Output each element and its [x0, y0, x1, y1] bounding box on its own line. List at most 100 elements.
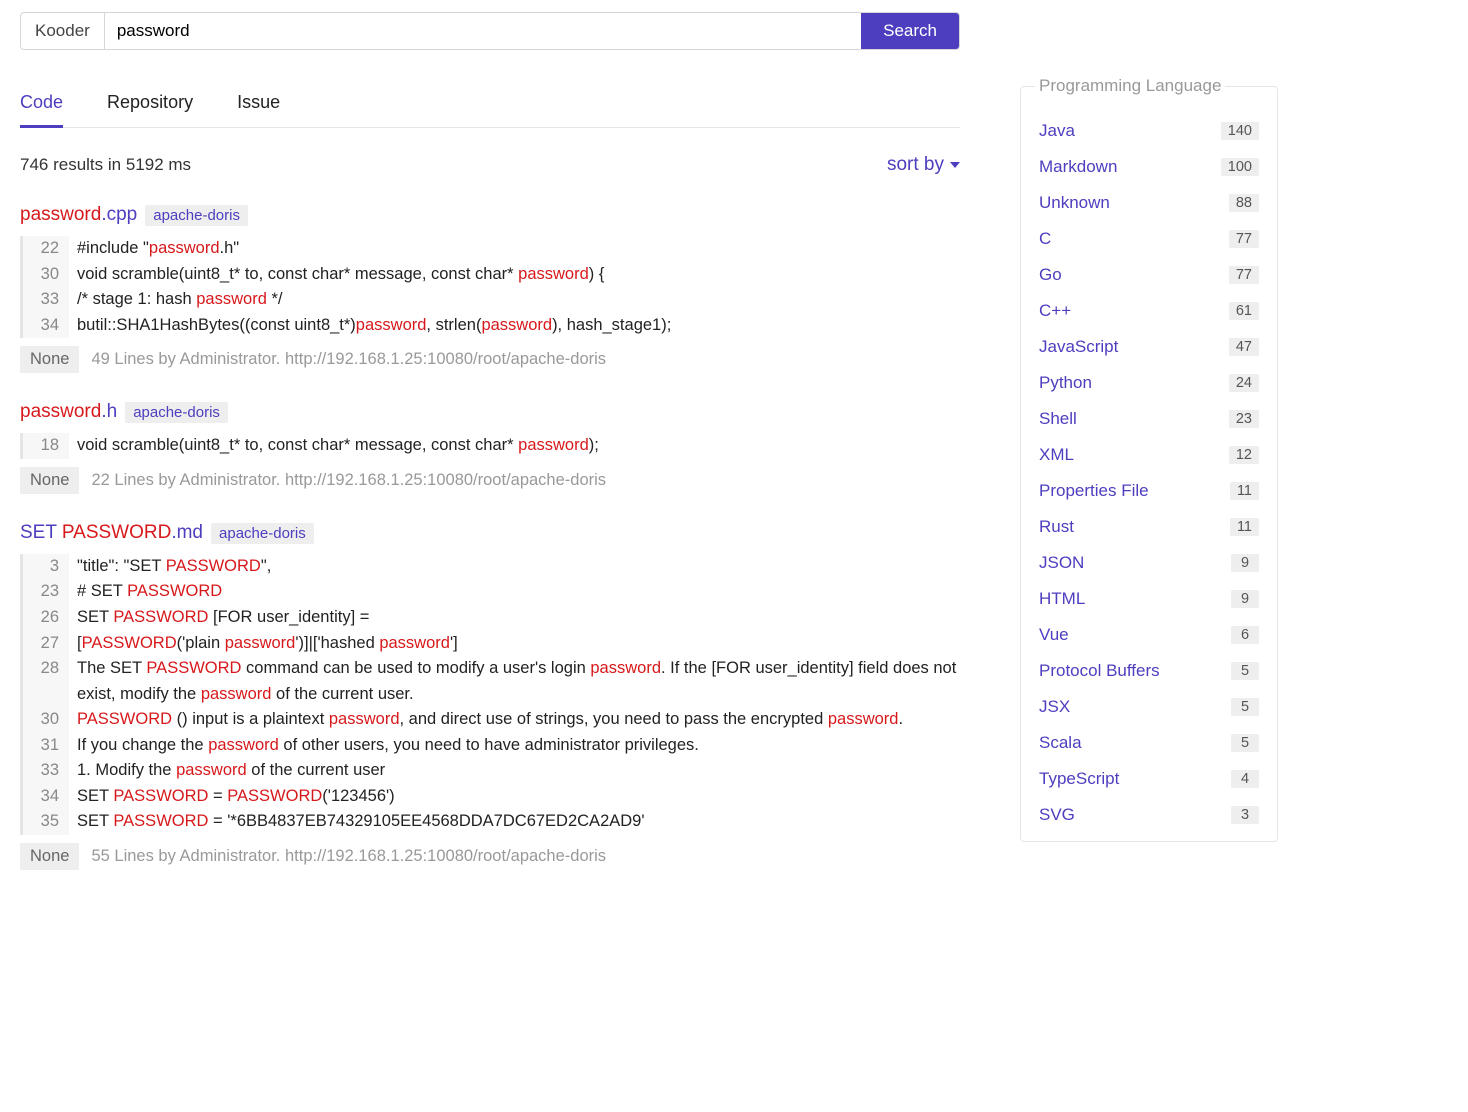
language-filter-item[interactable]: Scala5 — [1039, 725, 1259, 761]
language-filter-item[interactable]: JSON9 — [1039, 545, 1259, 581]
language-name: XML — [1039, 445, 1074, 465]
language-filter-item[interactable]: C++ 61 — [1039, 293, 1259, 329]
result-title[interactable]: password.cppapache-doris — [20, 204, 960, 226]
repo-badge[interactable]: apache-doris — [145, 205, 248, 226]
code-line: 28The SET PASSWORD command can be used t… — [23, 656, 960, 707]
language-count: 140 — [1221, 122, 1259, 140]
code-text: SET PASSWORD [FOR user_identity] = — [69, 605, 369, 631]
tab-code[interactable]: Code — [20, 86, 63, 128]
code-line: 331. Modify the password of the current … — [23, 758, 960, 784]
language-filter-item[interactable]: TypeScript4 — [1039, 761, 1259, 797]
code-line: 34butil::SHA1HashBytes((const uint8_t*)p… — [23, 313, 960, 339]
language-count: 24 — [1229, 374, 1259, 392]
language-filter-item[interactable]: Markdown 100 — [1039, 149, 1259, 185]
result-meta: None 49 Lines by Administrator. http://19… — [20, 346, 960, 373]
language-filter-item[interactable]: JavaScript 47 — [1039, 329, 1259, 365]
language-filter-item[interactable]: Unknown88 — [1039, 185, 1259, 221]
result-meta-text: 55 Lines by Administrator. http://192.16… — [91, 847, 606, 866]
language-name: Java — [1039, 121, 1075, 141]
language-badge: None — [20, 843, 79, 870]
results-summary: 746 results in 5192 ms — [20, 155, 191, 175]
language-filter-item[interactable]: C77 — [1039, 221, 1259, 257]
language-count: 23 — [1229, 410, 1259, 428]
language-count: 11 — [1230, 482, 1259, 500]
language-count: 61 — [1229, 302, 1259, 320]
search-input[interactable] — [105, 13, 861, 49]
line-number: 3 — [23, 554, 69, 580]
language-name: Rust — [1039, 517, 1074, 537]
language-count: 6 — [1231, 626, 1259, 644]
line-number: 33 — [23, 758, 69, 784]
language-filter-item[interactable]: Go 77 — [1039, 257, 1259, 293]
repo-badge[interactable]: apache-doris — [125, 402, 228, 423]
language-filter-item[interactable]: Properties File11 — [1039, 473, 1259, 509]
line-number: 31 — [23, 733, 69, 759]
language-filter-item[interactable]: SVG3 — [1039, 797, 1259, 833]
language-filter-item[interactable]: Vue6 — [1039, 617, 1259, 653]
language-name: Go — [1039, 265, 1062, 285]
language-count: 47 — [1229, 338, 1259, 356]
result-title[interactable]: SET PASSWORD.mdapache-doris — [20, 522, 960, 544]
code-line: 18void scramble(uint8_t* to, const char*… — [23, 433, 960, 459]
code-text: 1. Modify the password of the current us… — [69, 758, 385, 784]
result-title[interactable]: password.hapache-doris — [20, 401, 960, 423]
language-count: 4 — [1231, 770, 1259, 788]
language-count: 3 — [1231, 806, 1259, 824]
chevron-down-icon — [950, 162, 960, 168]
language-filter-item[interactable]: Protocol Buffers5 — [1039, 653, 1259, 689]
language-name: JSX — [1039, 697, 1070, 717]
language-name: HTML — [1039, 589, 1085, 609]
tab-issue[interactable]: Issue — [237, 86, 280, 127]
search-result: password.hapache-doris 18void scramble(ui… — [20, 401, 960, 494]
language-name: Markdown — [1039, 157, 1117, 177]
tab-repository[interactable]: Repository — [107, 86, 193, 127]
language-name: Protocol Buffers — [1039, 661, 1160, 681]
language-filter-item[interactable]: HTML9 — [1039, 581, 1259, 617]
code-line: 30void scramble(uint8_t* to, const char*… — [23, 262, 960, 288]
language-name: C — [1039, 229, 1051, 249]
language-filter-item[interactable]: Rust 11 — [1039, 509, 1259, 545]
language-badge: None — [20, 346, 79, 373]
language-filter-item[interactable]: XML12 — [1039, 437, 1259, 473]
language-name: Scala — [1039, 733, 1082, 753]
code-block: 3"title": "SET PASSWORD",23# SET PASSWOR… — [20, 554, 960, 835]
language-filter-item[interactable]: JSX5 — [1039, 689, 1259, 725]
line-number: 30 — [23, 707, 69, 733]
language-name: JavaScript — [1039, 337, 1118, 357]
language-count: 100 — [1221, 158, 1259, 176]
language-filter-item[interactable]: Python 24 — [1039, 365, 1259, 401]
language-name: C++ — [1039, 301, 1071, 321]
code-text: SET PASSWORD = '*6BB4837EB74329105EE4568… — [69, 809, 645, 835]
line-number: 30 — [23, 262, 69, 288]
language-count: 77 — [1229, 266, 1259, 284]
language-name: Python — [1039, 373, 1092, 393]
language-count: 88 — [1229, 194, 1259, 212]
repo-badge[interactable]: apache-doris — [211, 523, 314, 544]
code-text: # SET PASSWORD — [69, 579, 222, 605]
result-meta: None22 Lines by Administrator. http://19… — [20, 467, 960, 494]
result-meta-text: 22 Lines by Administrator. http://192.16… — [91, 471, 606, 490]
line-number: 27 — [23, 631, 69, 657]
language-filter-title: Programming Language — [1035, 76, 1225, 96]
language-filter-panel: Programming Language Java140Markdown100U… — [1020, 86, 1278, 842]
code-line: 23# SET PASSWORD — [23, 579, 960, 605]
language-filter-item[interactable]: Java 140 — [1039, 113, 1259, 149]
code-line: 22#include "password.h" — [23, 236, 960, 262]
line-number: 22 — [23, 236, 69, 262]
language-count: 11 — [1230, 518, 1259, 536]
search-bar: Kooder Search — [20, 12, 960, 50]
code-text: butil::SHA1HashBytes((const uint8_t*)pas… — [69, 313, 671, 339]
sort-by-dropdown[interactable]: sort by — [887, 154, 960, 176]
search-button[interactable]: Search — [861, 13, 959, 49]
code-text: void scramble(uint8_t* to, const char* m… — [69, 262, 604, 288]
code-line: 26SET PASSWORD [FOR user_identity] = — [23, 605, 960, 631]
code-line: 3"title": "SET PASSWORD", — [23, 554, 960, 580]
line-number: 34 — [23, 313, 69, 339]
line-number: 23 — [23, 579, 69, 605]
result-meta-text: 49 Lines by Administrator. http://192.16… — [91, 350, 606, 369]
language-name: Shell — [1039, 409, 1077, 429]
language-filter-item[interactable]: Shell 23 — [1039, 401, 1259, 437]
line-number: 34 — [23, 784, 69, 810]
code-text: "title": "SET PASSWORD", — [69, 554, 271, 580]
brand-label: Kooder — [21, 13, 105, 49]
